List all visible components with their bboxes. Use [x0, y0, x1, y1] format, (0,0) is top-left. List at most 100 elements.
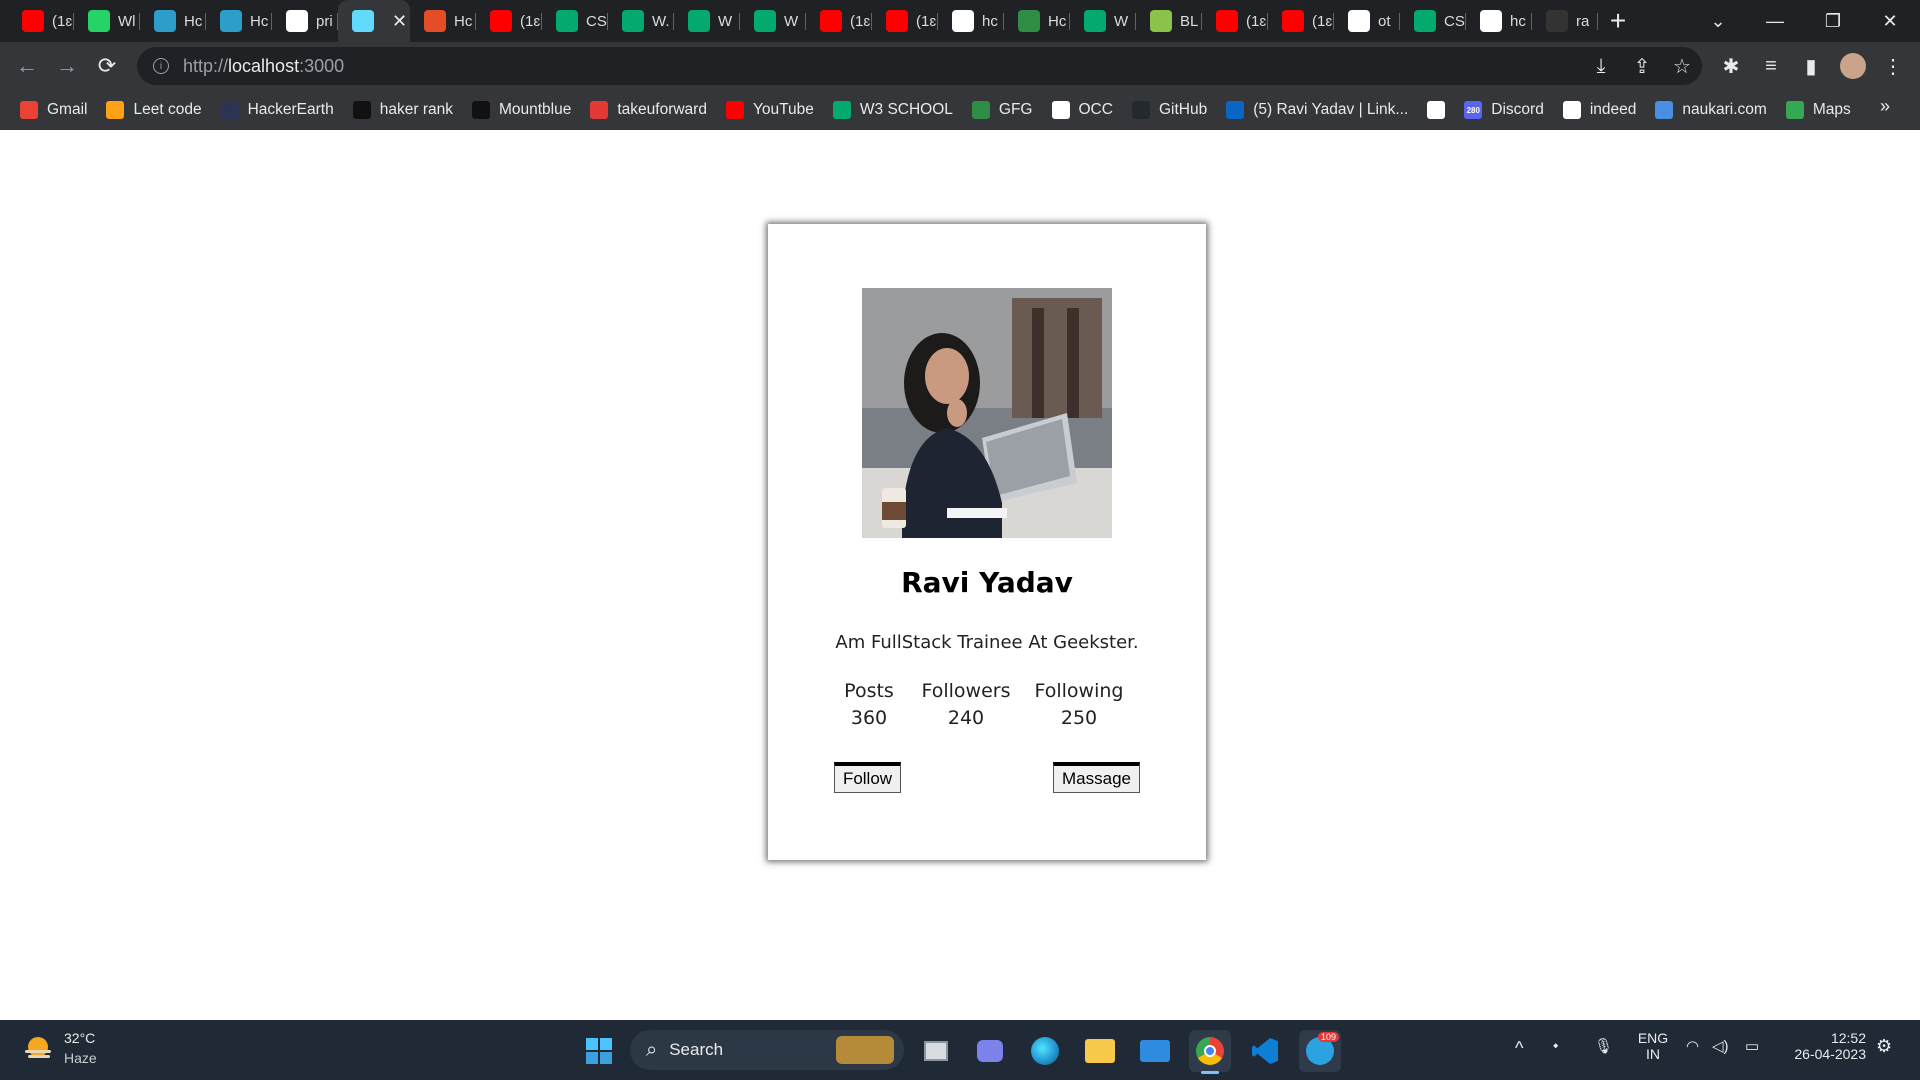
share-icon[interactable]: ⇪ [1624, 48, 1660, 84]
restore-button[interactable]: ❐ [1805, 0, 1861, 42]
message-button[interactable]: Massage [1053, 762, 1140, 793]
battery-icon[interactable]: ▭ [1745, 1037, 1759, 1055]
bookmark-label: naukari.com [1682, 101, 1767, 118]
language-indicator[interactable]: ENG IN [1636, 1030, 1670, 1062]
bookmark-label: (5) Ravi Yadav | Link... [1253, 101, 1409, 118]
taskbar-search[interactable]: ⌕ Search [630, 1030, 904, 1070]
chrome-icon[interactable] [1189, 1030, 1231, 1074]
bookmark-6[interactable]: YouTube [718, 94, 825, 126]
bookmark-7[interactable]: W3 SCHOOL [825, 94, 964, 126]
edge-icon[interactable] [1024, 1030, 1066, 1072]
bookmark-8[interactable]: GFG [964, 94, 1044, 126]
tab-title: CS [586, 12, 607, 30]
weather-icon[interactable] [22, 1034, 54, 1064]
tab-6[interactable]: Hc [410, 0, 476, 42]
bookmark-label: Gmail [47, 101, 88, 118]
back-icon[interactable]: ← [7, 46, 47, 86]
tab-15[interactable]: Hc [1004, 0, 1070, 42]
telegram-badge: 109 [1317, 1032, 1339, 1042]
file-explorer-icon[interactable] [1079, 1030, 1121, 1072]
tab-19[interactable]: (1ɛ [1268, 0, 1334, 42]
bookmarks-overflow-icon[interactable]: » [1880, 96, 1890, 117]
telegram-icon[interactable]: 109 [1299, 1030, 1341, 1072]
tab-23[interactable]: ra [1532, 0, 1598, 42]
tab-title: W. [652, 12, 670, 30]
tab-17[interactable]: BL [1136, 0, 1202, 42]
wifi-icon[interactable]: ◠ [1686, 1037, 1699, 1055]
bookmark-star-icon[interactable]: ☆ [1664, 48, 1700, 84]
bookmark-13[interactable]: 280 Discord [1456, 94, 1555, 126]
language-line2: IN [1646, 1046, 1660, 1062]
tab-0[interactable]: (1ɛ [8, 0, 74, 42]
new-tab-button[interactable]: + [1598, 0, 1638, 42]
tab-search-icon[interactable]: ⌄ [1690, 0, 1746, 42]
extensions-icon[interactable]: ✱ [1713, 48, 1749, 84]
tab-title: BL [1180, 12, 1199, 30]
teams-chat-icon[interactable] [969, 1030, 1011, 1072]
bookmark-4[interactable]: Mountblue [464, 94, 582, 126]
minimize-button[interactable]: — [1747, 0, 1803, 42]
bookmark-10[interactable]: GitHub [1124, 94, 1218, 126]
tab-title: (1ɛ [52, 12, 73, 30]
tab-21[interactable]: CS [1400, 0, 1466, 42]
menu-icon[interactable]: ⋮ [1875, 48, 1911, 84]
microphone-icon[interactable]: 🎙 [1594, 1037, 1613, 1055]
tab-18[interactable]: (1ɛ [1202, 0, 1268, 42]
tab-10[interactable]: W [674, 0, 740, 42]
page-viewport: Ravi Yadav Am FullStack Trainee At Geeks… [0, 130, 1920, 1020]
tab-20[interactable]: ot [1334, 0, 1400, 42]
tab-8[interactable]: CS [542, 0, 608, 42]
bookmark-3[interactable]: haker rank [345, 94, 464, 126]
tab-11[interactable]: W [740, 0, 806, 42]
close-tab-icon[interactable]: ✕ [392, 11, 407, 32]
bookmark-1[interactable]: Leet code [98, 94, 212, 126]
bookmark-9[interactable]: OCC [1044, 94, 1124, 126]
show-hidden-icons[interactable]: ^ [1515, 1038, 1523, 1059]
bookmark-5[interactable]: takeuforward [582, 94, 718, 126]
reload-icon[interactable]: ⟳ [87, 46, 127, 86]
bookmark-15[interactable]: naukari.com [1647, 94, 1777, 126]
bookmark-label: Mountblue [498, 101, 572, 118]
tab-9[interactable]: W. [608, 0, 674, 42]
bookmark-12[interactable] [1419, 94, 1456, 126]
address-bar[interactable]: i http://localhost:3000 [137, 47, 1702, 85]
site-info-icon[interactable]: i [153, 58, 169, 74]
tab-2[interactable]: Hc [140, 0, 206, 42]
stat-following: Following 250 [1033, 678, 1125, 732]
install-icon[interactable]: ⤓ [1583, 48, 1619, 84]
volume-icon[interactable]: ◁) [1712, 1037, 1729, 1055]
tab-13[interactable]: (1ɛ [872, 0, 938, 42]
forward-icon[interactable]: → [47, 46, 87, 86]
tab-14[interactable]: hc [938, 0, 1004, 42]
bookmark-16[interactable]: Maps [1778, 94, 1862, 126]
tab-4[interactable]: pri [272, 0, 338, 42]
mail-icon[interactable] [1134, 1030, 1176, 1072]
tab-1[interactable]: Wl [74, 0, 140, 42]
tab-3[interactable]: Hc [206, 0, 272, 42]
tab-5[interactable]: ✕ [338, 0, 410, 42]
tab-22[interactable]: hc [1466, 0, 1532, 42]
media-control-icon[interactable]: ≡ [1753, 48, 1789, 84]
follow-button[interactable]: Follow [834, 762, 901, 793]
tab-12[interactable]: (1ɛ [806, 0, 872, 42]
bookmark-0[interactable]: Gmail [12, 94, 98, 126]
weather-desc[interactable]: Haze [64, 1050, 97, 1066]
side-panel-icon[interactable]: ▮ [1793, 48, 1829, 84]
bookmark-14[interactable]: indeed [1555, 94, 1648, 126]
close-window-button[interactable]: ✕ [1862, 0, 1918, 42]
task-view-icon[interactable] [915, 1030, 957, 1072]
hackerearth-icon [220, 10, 242, 32]
clock[interactable]: 12:52 26-04-2023 [1780, 1030, 1866, 1062]
dropbox-icon[interactable]: ⬩ [1553, 1037, 1558, 1054]
bookmark-label: W3 SCHOOL [859, 101, 953, 118]
weather-temp[interactable]: 32°C [64, 1030, 95, 1046]
notifications-icon[interactable]: ⚙ [1876, 1036, 1892, 1057]
bookmark-11[interactable]: (5) Ravi Yadav | Link... [1218, 94, 1419, 126]
tab-16[interactable]: W [1070, 0, 1136, 42]
vscode-icon[interactable] [1244, 1030, 1286, 1072]
start-icon[interactable] [578, 1030, 620, 1072]
bookmark-label: OCC [1078, 101, 1113, 118]
tab-7[interactable]: (1ɛ [476, 0, 542, 42]
bookmark-2[interactable]: HackerEarth [213, 94, 345, 126]
avatar[interactable] [1835, 48, 1871, 84]
